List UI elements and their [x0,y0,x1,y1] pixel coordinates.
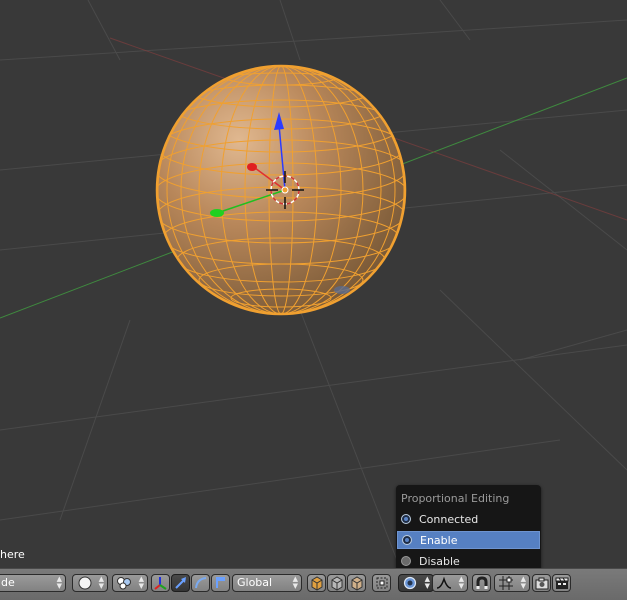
layer-button-2[interactable] [327,574,346,592]
3d-viewport[interactable] [0,0,627,568]
up-down-arrows-icon: ▲ ▼ [292,575,298,590]
pivot-icon [115,575,133,591]
x-axis-arrow [247,163,257,171]
cube-icon [348,575,366,591]
proportional-editing-menu: Proportional Editing Connected Enable Di… [396,485,541,571]
layer-button-3[interactable] [347,574,366,592]
up-down-arrows-icon: ▲ ▼ [56,575,62,590]
magnet-icon [473,575,491,591]
pivot-point-dropdown[interactable]: ▲ ▼ [112,574,148,592]
menu-item-label: Enable [420,533,458,547]
proportional-editing-icon [401,575,419,591]
enable-radio-icon [402,535,412,545]
mode-dropdown[interactable]: de ▲ ▼ [0,574,66,592]
scale-manipulator-button[interactable] [211,574,230,592]
translate-manipulator-button[interactable] [171,574,190,592]
render-animation-button[interactable] [552,574,571,592]
camera-icon [533,575,551,591]
up-down-arrows-icon: ▲ ▼ [138,575,144,590]
viewport-shading-dropdown[interactable]: ▲ ▼ [72,574,108,592]
arrow-icon [172,575,190,591]
up-down-arrows-icon: ▲ ▼ [458,575,464,590]
snap-element-dropdown[interactable]: ▲ ▼ [494,574,530,592]
y-axis-arrow [210,209,224,217]
orientation-label: Global [237,576,273,589]
menu-title: Proportional Editing [401,492,510,505]
menu-item-label: Connected [419,512,479,526]
solid-shading-icon [76,575,94,591]
cube-icon [328,575,346,591]
mode-label: de [1,576,15,589]
uv-sphere-mesh [155,64,407,316]
snap-grid-icon [497,575,515,591]
menu-item-enable[interactable]: Enable [397,531,540,549]
up-down-arrows-icon: ▲ ▼ [520,575,526,590]
layer-button-1[interactable] [307,574,326,592]
select-box-icon [373,575,391,591]
view3d-header: de ▲ ▼ ▲ ▼ ▲ ▼ Global ▲ ▼ ▲ ▼ ▲ ▼ ▲ ▼ [0,568,627,600]
disable-radio-icon [401,556,411,566]
manipulator-axes-icon [152,575,170,591]
scale-icon [212,575,230,591]
rotate-arc-icon [192,575,210,591]
render-opengl-button[interactable] [532,574,551,592]
connected-radio-icon [401,514,411,524]
menu-item-connected[interactable]: Connected [397,510,540,528]
limit-selection-button[interactable] [372,574,391,592]
menu-item-label: Disable [419,554,460,568]
snap-toggle-button[interactable] [472,574,491,592]
smooth-falloff-icon [435,575,453,591]
object-name-label: here [0,548,25,561]
up-down-arrows-icon: ▲ ▼ [98,575,104,590]
up-down-arrows-icon: ▲ ▼ [424,575,430,590]
transform-orientation-dropdown[interactable]: Global ▲ ▼ [232,574,302,592]
rotate-manipulator-button[interactable] [191,574,210,592]
falloff-dropdown[interactable]: ▲ ▼ [432,574,468,592]
manipulator-toggle[interactable] [151,574,170,592]
proportional-editing-dropdown[interactable]: ▲ ▼ [398,574,434,592]
clapperboard-icon [553,575,571,591]
cube-icon [308,575,326,591]
